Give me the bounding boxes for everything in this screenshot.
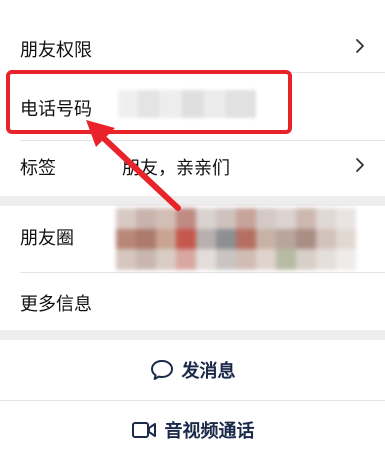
annotation-highlight-box	[6, 70, 292, 134]
contact-profile-screen: 朋友权限 电话号码 标签 朋友，亲亲们 朋友圈 更多信息 发消息 音视频通话	[0, 0, 385, 451]
tags-row[interactable]: 标签 朋友，亲亲们	[0, 140, 385, 196]
send-message-button[interactable]: 发消息	[0, 343, 385, 397]
send-message-label: 发消息	[181, 361, 236, 382]
moments-preview-blurred[interactable]	[116, 208, 356, 270]
video-call-button[interactable]: 音视频通话	[0, 403, 385, 451]
tags-value: 朋友，亲亲们	[122, 158, 230, 179]
video-call-label: 音视频通话	[164, 421, 255, 442]
divider	[0, 400, 385, 401]
tags-label: 标签	[20, 158, 56, 179]
divider	[20, 272, 385, 273]
more-info-label: 更多信息	[20, 294, 92, 315]
chevron-right-icon	[356, 158, 364, 172]
chevron-right-icon	[356, 39, 364, 53]
friend-permissions-label: 朋友权限	[20, 40, 92, 61]
moments-label: 朋友圈	[20, 228, 74, 249]
chat-bubble-icon	[150, 360, 173, 380]
video-camera-icon	[131, 422, 156, 438]
